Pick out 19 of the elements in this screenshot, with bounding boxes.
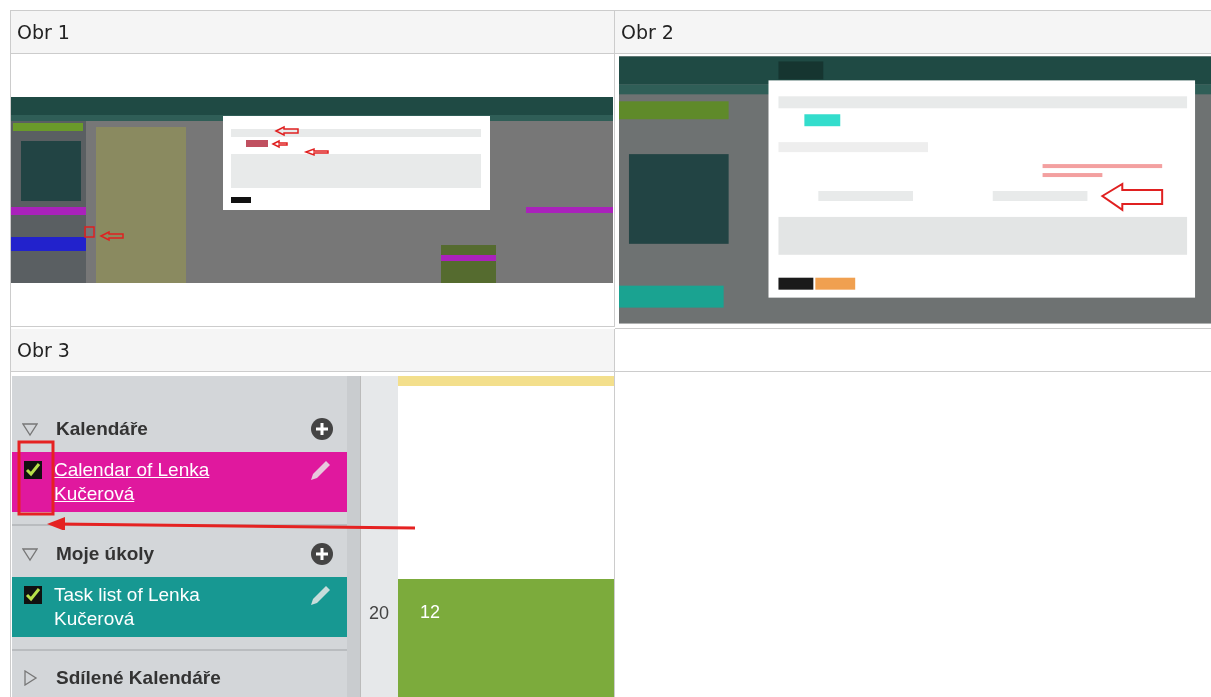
add-icon[interactable] [311, 418, 333, 441]
task-list-label: Task list of Lenka Kučerová [54, 582, 201, 631]
section-title: Sdílené Kalendáře [56, 665, 222, 690]
image-caption: Obr 2 [621, 20, 674, 45]
checkbox[interactable] [24, 585, 42, 604]
day-number: 12 [420, 602, 441, 622]
calendar-link[interactable]: Calendar of Lenka Kučerová [54, 458, 254, 507]
triangle-down-icon[interactable] [22, 545, 38, 562]
checkbox[interactable] [24, 461, 42, 480]
triangle-right-icon[interactable] [22, 669, 38, 686]
section-title: Moje úkoly [56, 541, 156, 566]
image-caption: Obr 3 [17, 338, 70, 363]
add-icon[interactable] [311, 542, 333, 565]
week-number: 20 [368, 602, 391, 625]
calendar-list-item[interactable]: Calendar of Lenka Kučerová [12, 452, 347, 513]
section-title: Kalendáře [56, 417, 149, 442]
triangle-down-icon[interactable] [22, 421, 38, 438]
image-caption: Obr 1 [17, 20, 70, 45]
calendar-list-item[interactable]: Task list of Lenka Kučerová [12, 576, 347, 637]
